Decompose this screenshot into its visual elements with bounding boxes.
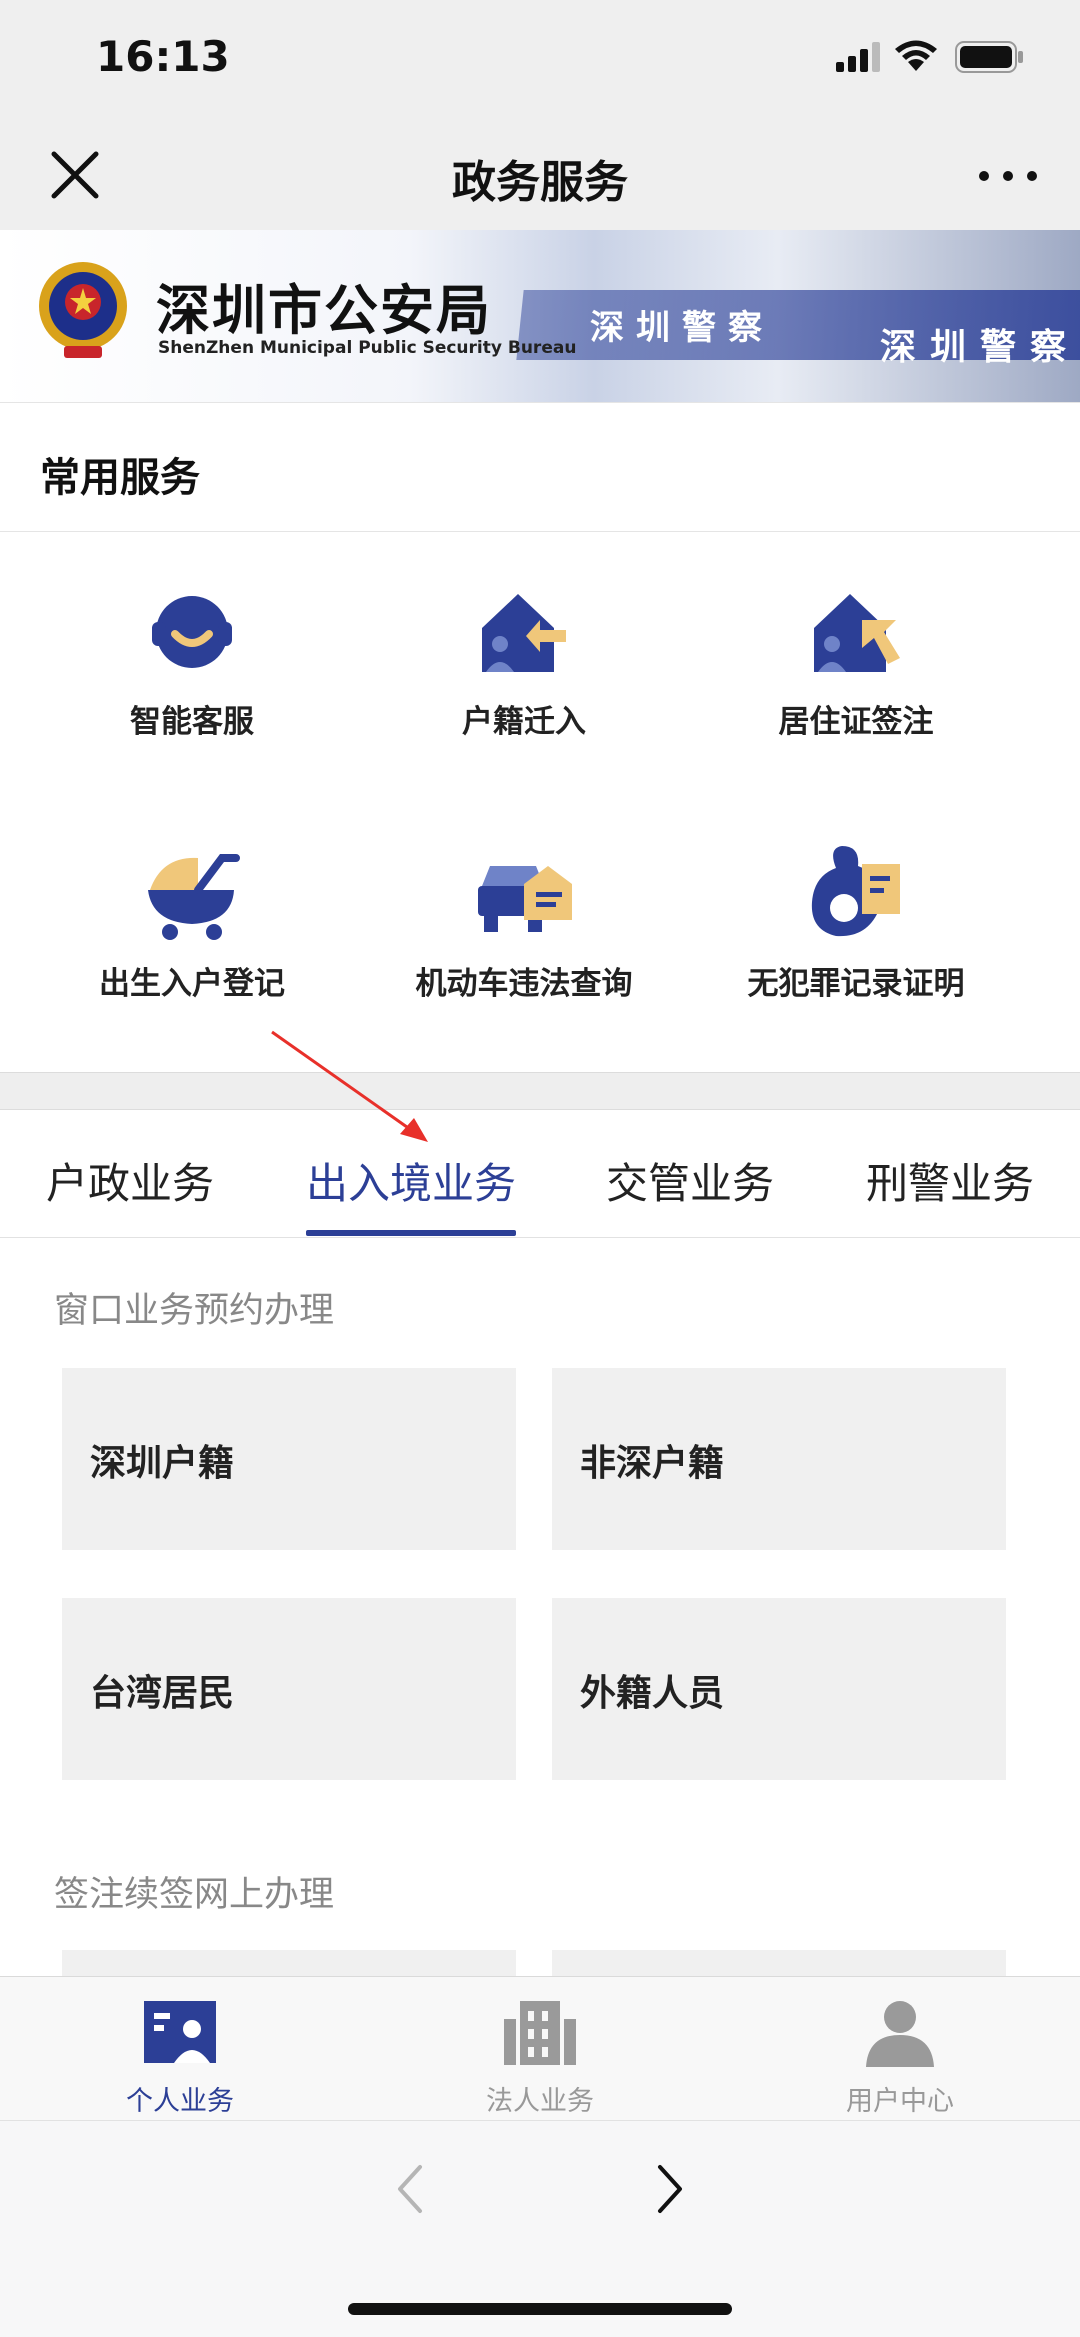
residence-permit-icon [814, 594, 900, 672]
police-emblem-icon [39, 262, 127, 358]
renewal-card-partial[interactable] [62, 1950, 516, 1976]
user-center-icon [866, 2001, 934, 2067]
customer-service-icon [152, 596, 232, 668]
tabbar-personal-business[interactable]: 个人业务 [0, 1977, 360, 2121]
vehicle-violation-icon [478, 866, 572, 932]
booking-card-label: 台湾居民 [90, 1673, 235, 1714]
household-move-in-icon [482, 594, 566, 672]
common-services-header: 常用服务 [0, 402, 1080, 532]
window-booking-title: 窗口业务预约办理 [54, 1291, 335, 1331]
battery-icon [955, 41, 1023, 73]
banner-title: 深圳市公安局 [156, 279, 492, 342]
more-options-icon[interactable] [972, 158, 1044, 194]
signal-icon [836, 42, 880, 72]
tab-criminal-police[interactable]: 刑警业务 [866, 1150, 1034, 1211]
section-divider [0, 1072, 1080, 1110]
service-label: 户籍迁入 [462, 704, 586, 740]
wifi-icon [895, 40, 937, 71]
page-title: 政务服务 [452, 157, 628, 208]
tab-traffic-management[interactable]: 交管业务 [606, 1150, 774, 1211]
service-no-criminal-record[interactable]: 无犯罪记录证明 [676, 794, 1036, 1002]
tabbar-corporate-business[interactable]: 法人业务 [360, 1977, 720, 2121]
business-tabs: 户政业务 出入境业务 交管业务 刑警业务 [0, 1110, 1080, 1238]
service-label: 出生入户登记 [99, 966, 285, 1002]
booking-card-shenzhen-household[interactable]: 深圳户籍 [62, 1368, 516, 1550]
service-label: 机动车违法查询 [415, 966, 633, 1002]
service-birth-registration[interactable]: 出生入户登记 [12, 794, 372, 1002]
booking-card-foreigners[interactable]: 外籍人员 [552, 1598, 1006, 1780]
active-tab-indicator [306, 1230, 516, 1236]
service-vehicle-violation[interactable]: 机动车违法查询 [344, 794, 704, 1002]
booking-card-label: 外籍人员 [580, 1673, 725, 1714]
corporate-business-icon [504, 2001, 576, 2065]
tabbar-label: 个人业务 [126, 2086, 234, 2117]
status-time: 16:13 [96, 32, 230, 81]
tab-exit-entry[interactable]: 出入境业务 [306, 1150, 516, 1211]
service-household-move-in[interactable]: 户籍迁入 [344, 532, 704, 740]
online-renewal-title: 签注续签网上办理 [54, 1875, 335, 1915]
banner-sign-text-right: 深圳警察 [880, 327, 1080, 368]
booking-card-label: 非深户籍 [580, 1443, 725, 1484]
browser-toolbar [0, 2120, 1080, 2337]
service-label: 无犯罪记录证明 [747, 966, 965, 1002]
booking-card-label: 深圳户籍 [90, 1443, 235, 1484]
bottom-tab-bar: 个人业务 法人业务 用户中心 [0, 1976, 1080, 2120]
personal-business-icon [144, 2001, 216, 2063]
service-label: 智能客服 [130, 704, 254, 740]
status-bar: 16:13 [0, 0, 1080, 120]
forward-arrow-icon[interactable] [650, 2159, 690, 2219]
banner-sign-text-left: 深圳警察 [590, 308, 774, 348]
no-criminal-record-icon [811, 846, 900, 937]
service-smart-customer-service[interactable]: 智能客服 [12, 532, 372, 740]
header-banner: 深圳警察 深圳警察 深圳市公安局 ShenZhen Municipal Publ… [0, 230, 1080, 402]
nav-bar: 政务服务 [0, 120, 1080, 230]
renewal-card-partial[interactable] [552, 1950, 1006, 1976]
tab-household-affairs[interactable]: 户政业务 [46, 1150, 214, 1211]
home-indicator[interactable] [348, 2303, 732, 2315]
tabbar-user-center[interactable]: 用户中心 [720, 1977, 1080, 2121]
booking-card-taiwan-residents[interactable]: 台湾居民 [62, 1598, 516, 1780]
common-services-title: 常用服务 [40, 455, 200, 501]
booking-card-non-shenzhen-household[interactable]: 非深户籍 [552, 1368, 1006, 1550]
back-arrow-icon[interactable] [390, 2159, 430, 2219]
banner-subtitle: ShenZhen Municipal Public Security Burea… [158, 338, 577, 358]
common-services-grid: 智能客服 户籍迁入 居住证签注 出生入户登记 机动车违法查询 无犯罪记录证明 [0, 532, 1080, 1072]
service-residence-permit[interactable]: 居住证签注 [676, 532, 1036, 740]
tabbar-label: 法人业务 [486, 2086, 594, 2117]
birth-registration-icon [148, 854, 240, 940]
tabbar-label: 用户中心 [846, 2086, 954, 2117]
service-label: 居住证签注 [778, 704, 934, 740]
annotation-arrow-icon [271, 1030, 428, 1142]
